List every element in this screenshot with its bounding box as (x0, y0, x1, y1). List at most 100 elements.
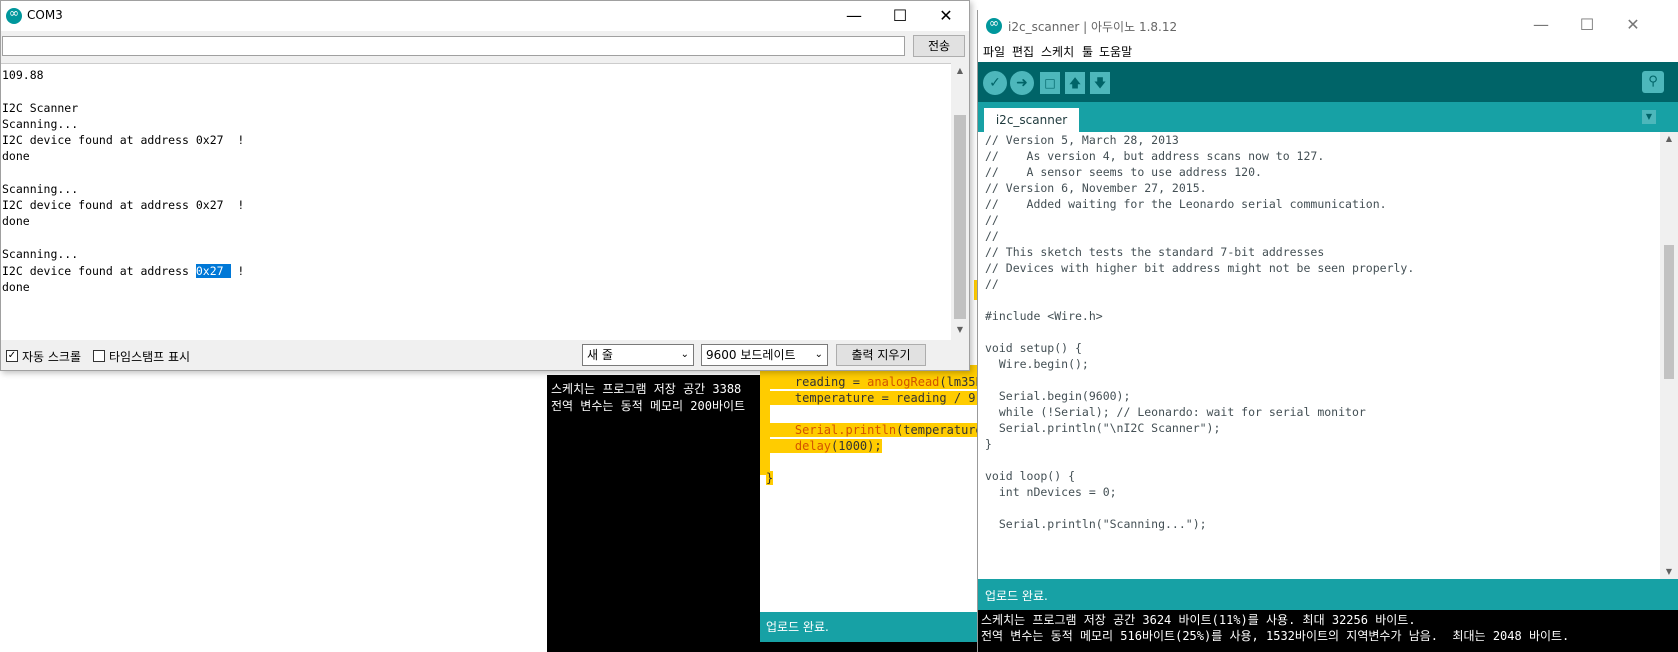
code-line: // This sketch tests the standard 7-bit … (985, 245, 1325, 259)
autoscroll-checkbox[interactable]: ✓ (6, 350, 18, 362)
code-line: // (985, 229, 999, 243)
chevron-down-icon: ⌄ (814, 349, 823, 360)
console-line: 스케치는 프로그램 저장 공간 3624 바이트(11%)를 사용. 최대 32… (981, 613, 1416, 627)
code-line: // (985, 277, 999, 291)
close-button[interactable]: ✕ (1610, 10, 1656, 40)
code-line: reading = analogRead(lm35Pin (766, 375, 987, 389)
code-line: int nDevices = 0; (985, 485, 1117, 499)
output-line: I2C device found at address 0x27 ! (2, 133, 245, 147)
background-editor: { reading = analogRead(lm35Pin temperatu… (760, 365, 987, 605)
send-input[interactable] (2, 36, 905, 56)
code-line: Wire.begin(); (985, 357, 1089, 371)
minimize-button[interactable]: — (831, 1, 877, 31)
code-line: void loop() { (985, 469, 1076, 483)
menu-bar: 파일 편집 스케치 툴 도움말 (978, 40, 1678, 62)
serial-monitor-titlebar[interactable]: COM3 — ☐ ✕ (1, 1, 969, 31)
chevron-down-icon: ⌄ (680, 349, 689, 360)
code-line: // A sensor seems to use address 120. (985, 165, 1262, 179)
output-line: done (2, 149, 30, 163)
arrow-up-icon[interactable]: 🡅 (1065, 72, 1085, 94)
output-line-selected: I2C device found at address 0x27 ! (2, 264, 245, 278)
selected-text: 0x27 (195, 264, 231, 278)
output-line: Scanning... (2, 117, 79, 131)
window-title: COM3 (27, 8, 63, 22)
code-line: // Added waiting for the Leonardo serial… (985, 197, 1387, 211)
build-console: 스케치는 프로그램 저장 공간 3624 바이트(11%)를 사용. 최대 32… (978, 610, 1678, 652)
scroll-down-arrow-icon[interactable]: ▼ (951, 325, 969, 334)
console-line: 전역 변수는 동적 메모리 516바이트(25%)를 사용, 1532바이트의 … (981, 629, 1570, 643)
code-editor[interactable]: // Version 5, March 28, 2013 // As versi… (978, 132, 1660, 579)
code-line: #include <Wire.h> (985, 309, 1103, 323)
checkmark-icon[interactable]: ✓ (983, 71, 1007, 95)
scrollbar-thumb[interactable] (954, 115, 966, 319)
serial-monitor-footer: ✓ 자동 스크롤 타임스탬프 표시 새 줄 ⌄ 9600 보드레이트 ⌄ 출력 지우… (1, 341, 969, 371)
code-line: Serial.println("Scanning..."); (985, 517, 1207, 531)
code-line: // Devices with higher bit address might… (985, 261, 1415, 275)
timestamp-label: 타임스탬프 표시 (109, 350, 191, 364)
arrow-right-icon[interactable]: ➜ (1010, 71, 1034, 95)
clear-output-button[interactable]: 출력 지우기 (836, 344, 926, 366)
arrow-down-icon[interactable]: 🡇 (1090, 72, 1110, 94)
menu-sketch[interactable]: 스케치 (1041, 43, 1074, 60)
menu-tools[interactable]: 툴 (1082, 43, 1093, 60)
background-status-bar: 업로드 완료. (760, 612, 987, 642)
code-line: } (985, 437, 992, 451)
toolbar: ✓ ➜ □ 🡅 🡇 ⚲ (978, 62, 1678, 102)
background-console: 스케치는 프로그램 저장 공간 3388 전역 변수는 동적 메모리 200바이… (547, 375, 760, 652)
code-line: // Version 6, November 27, 2015. (985, 181, 1207, 195)
serial-output[interactable]: 109.88 I2C Scanner Scanning... I2C devic… (1, 63, 951, 340)
code-line: while (!Serial); // Leonardo: wait for s… (985, 405, 1366, 419)
output-line: done (2, 280, 30, 294)
menu-edit[interactable]: 편집 (1012, 43, 1034, 60)
scroll-up-arrow-icon[interactable]: ▲ (951, 66, 969, 75)
chevron-down-icon[interactable]: ▼ (1642, 110, 1656, 124)
line-ending-select[interactable]: 새 줄 ⌄ (582, 344, 694, 366)
output-scrollbar[interactable]: ▲ ▼ (951, 63, 969, 339)
code-line: } (766, 471, 774, 485)
code-line: Serial.begin(9600); (985, 389, 1131, 403)
code-line: void setup() { (985, 341, 1082, 355)
status-bar: 업로드 완료. (978, 579, 1678, 610)
background-console-line: 전역 변수는 동적 메모리 200바이트 (551, 399, 746, 413)
tab-bar: i2c_scanner ▼ (978, 102, 1678, 132)
output-line: Scanning... (2, 182, 79, 196)
code-line: // (985, 213, 999, 227)
status-text: 업로드 완료. (985, 589, 1048, 603)
code-line: temperature = reading / 9.31 (766, 391, 987, 405)
serial-monitor-window: COM3 — ☐ ✕ 전송 109.88 I2C Scanner Scannin… (0, 0, 970, 371)
ide-titlebar[interactable]: i2c_scanner | 아두이노 1.8.12 — ☐ ✕ (978, 10, 1678, 40)
background-console-line: 스케치는 프로그램 저장 공간 3388 (551, 382, 742, 396)
editor-scrollbar[interactable]: ▲ ▼ (1660, 132, 1678, 579)
output-line: Scanning... (2, 247, 79, 261)
scroll-down-arrow-icon[interactable]: ▼ (1660, 567, 1678, 576)
send-row: 전송 (1, 35, 969, 59)
maximize-button[interactable]: ☐ (877, 1, 923, 31)
scroll-up-arrow-icon[interactable]: ▲ (1660, 134, 1678, 143)
ide-window: i2c_scanner | 아두이노 1.8.12 — ☐ ✕ 파일 편집 스케… (977, 10, 1678, 652)
background-console-bottom (760, 642, 987, 652)
code-line: // Version 5, March 28, 2013 (985, 133, 1179, 147)
autoscroll-label: 자동 스크롤 (22, 350, 82, 364)
code-line: // As version 4, but address scans now t… (985, 149, 1325, 163)
maximize-button[interactable]: ☐ (1564, 10, 1610, 40)
send-button[interactable]: 전송 (913, 35, 965, 57)
code-line: Serial.println("\nI2C Scanner"); (985, 421, 1221, 435)
minimize-button[interactable]: — (1518, 10, 1564, 40)
code-line: delay(1000); (766, 439, 882, 453)
output-line: done (2, 214, 30, 228)
menu-file[interactable]: 파일 (983, 43, 1005, 60)
arduino-logo-icon (986, 16, 1002, 34)
scrollbar-thumb[interactable] (1664, 245, 1674, 379)
arduino-logo-icon (6, 6, 22, 24)
menu-help[interactable]: 도움말 (1099, 43, 1132, 60)
tab-i2c-scanner[interactable]: i2c_scanner (984, 108, 1079, 132)
output-line: I2C device found at address 0x27 ! (2, 198, 245, 212)
close-button[interactable]: ✕ (923, 1, 969, 31)
magnifier-icon[interactable]: ⚲ (1642, 71, 1664, 93)
document-icon[interactable]: □ (1040, 72, 1060, 94)
output-line: I2C Scanner (2, 101, 79, 115)
code-line: Serial.println(temperature) (766, 423, 987, 437)
baud-rate-select[interactable]: 9600 보드레이트 ⌄ (701, 344, 828, 366)
output-line: 109.88 (2, 68, 44, 82)
timestamp-checkbox[interactable] (93, 350, 105, 362)
